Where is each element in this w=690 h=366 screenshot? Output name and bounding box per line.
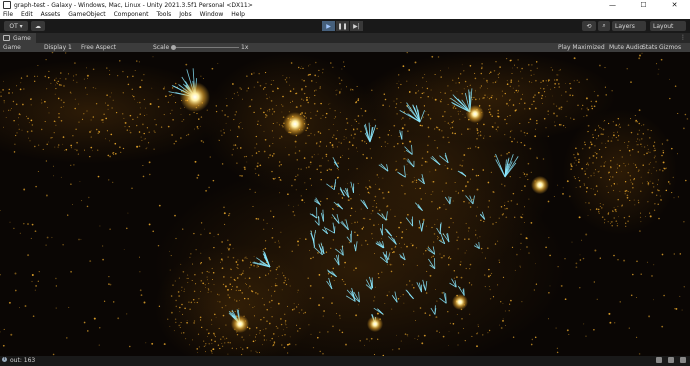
view-dropdown[interactable]: Game	[3, 44, 21, 51]
tab-menu-icon[interactable]: ⋮	[680, 34, 686, 41]
history-icon[interactable]: ⟲	[582, 21, 596, 31]
layout-dropdown[interactable]: Layout	[650, 21, 686, 31]
play-maximized-dropdown[interactable]: Play Maximized	[558, 44, 605, 51]
menu-jobs[interactable]: Jobs	[179, 11, 191, 18]
scale-value: 1x	[241, 44, 249, 51]
menu-gameobject[interactable]: GameObject	[68, 11, 105, 18]
tab-game-label: Game	[13, 34, 31, 42]
play-button[interactable]: ▶	[322, 21, 335, 31]
search-icon[interactable]: ⌕	[598, 21, 610, 31]
menu-component[interactable]: Component	[114, 11, 149, 18]
window-title: graph-test - Galaxy - Windows, Mac, Linu…	[14, 1, 253, 9]
close-button[interactable]: ✕	[659, 0, 690, 10]
progress-icon	[656, 357, 662, 363]
status-bar: i out: 163	[0, 356, 690, 366]
tab-game[interactable]: Game	[0, 33, 36, 43]
aspect-dropdown[interactable]: Free Aspect	[81, 44, 116, 51]
cache-icon	[680, 357, 686, 363]
game-icon	[3, 35, 10, 41]
menu-assets[interactable]: Assets	[41, 11, 61, 18]
display-dropdown[interactable]: Display 1	[44, 44, 72, 51]
step-button[interactable]: ▶|	[350, 21, 363, 31]
main-toolbar: OT ▾ ☁ ▶ ❚❚ ▶| ⟲ ⌕ Layers Layout	[0, 19, 690, 33]
game-view-controls: Game Display 1 Free Aspect Scale 1x Play…	[0, 43, 690, 52]
info-icon: i	[2, 356, 7, 362]
gizmos-dropdown[interactable]: Gizmos	[659, 44, 681, 51]
scale-label: Scale	[153, 44, 170, 51]
game-viewport[interactable]	[0, 52, 690, 356]
menu-help[interactable]: Help	[231, 11, 245, 18]
console-message[interactable]: out: 163	[10, 357, 35, 364]
menu-file[interactable]: File	[3, 11, 13, 18]
galaxy-render	[0, 52, 689, 356]
menu-tools[interactable]: Tools	[156, 11, 171, 18]
menu-bar: File Edit Assets GameObject Component To…	[0, 10, 690, 19]
debug-icon	[668, 357, 674, 363]
status-icons	[650, 357, 686, 363]
menu-edit[interactable]: Edit	[21, 11, 33, 18]
menu-window[interactable]: Window	[200, 11, 224, 18]
account-dropdown[interactable]: OT ▾	[4, 21, 28, 31]
unity-logo-icon	[3, 1, 11, 9]
cloud-icon[interactable]: ☁	[31, 21, 45, 31]
maximize-button[interactable]: ☐	[628, 0, 659, 10]
pause-button[interactable]: ❚❚	[336, 21, 349, 31]
title-bar: graph-test - Galaxy - Windows, Mac, Linu…	[0, 0, 690, 10]
scale-slider[interactable]	[171, 47, 239, 48]
minimize-button[interactable]: —	[597, 0, 628, 10]
play-controls: ▶ ❚❚ ▶|	[322, 21, 364, 31]
tab-bar: Game ⋮	[0, 33, 690, 43]
stats-toggle[interactable]: Stats	[642, 44, 657, 51]
layers-dropdown[interactable]: Layers	[612, 21, 646, 31]
scale-slider-handle[interactable]	[171, 45, 176, 50]
window-controls: — ☐ ✕	[597, 0, 690, 10]
mute-audio-toggle[interactable]: Mute Audio	[609, 44, 643, 51]
